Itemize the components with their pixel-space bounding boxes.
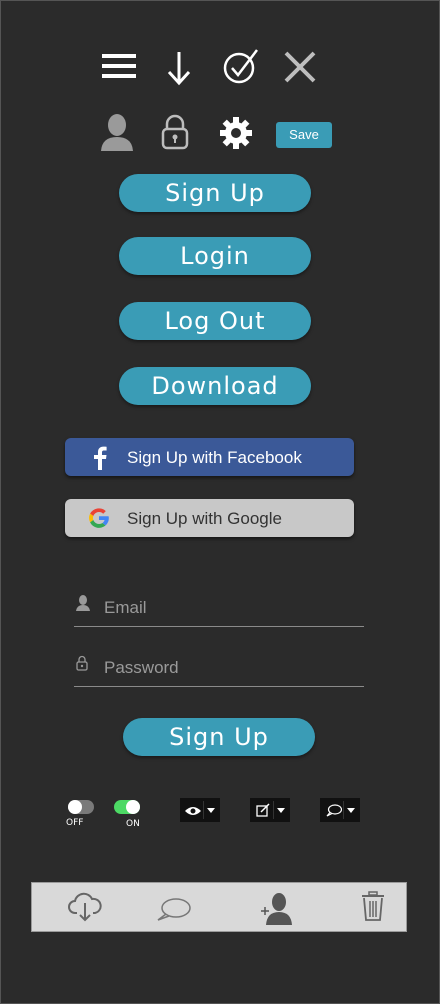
chevron-down-icon — [277, 808, 285, 813]
password-field[interactable]: Password — [74, 646, 364, 687]
toggle-off[interactable] — [68, 800, 94, 814]
lock-icon[interactable] — [161, 114, 189, 150]
toggle-off-label: OFF — [66, 818, 84, 828]
save-button[interactable]: Save — [276, 122, 332, 148]
facebook-icon — [93, 446, 107, 470]
login-button[interactable]: Login — [119, 237, 311, 275]
email-field[interactable]: Email — [74, 586, 364, 627]
cloud-download-icon[interactable] — [68, 891, 102, 923]
edit-icon — [256, 803, 270, 817]
form-signup-button[interactable]: Sign Up — [123, 718, 315, 756]
signup-button[interactable]: Sign Up — [119, 174, 311, 212]
email-placeholder: Email — [104, 598, 147, 617]
google-signup-label: Sign Up with Google — [127, 509, 282, 528]
bottom-toolbar — [31, 882, 407, 932]
comment-dropdown[interactable] — [320, 798, 360, 822]
facebook-signup-button[interactable]: Sign Up with Facebook — [65, 438, 354, 476]
speech-bubble-icon[interactable] — [156, 897, 192, 923]
lock-icon — [76, 655, 88, 671]
toggle-on[interactable] — [114, 800, 140, 814]
hamburger-icon[interactable] — [102, 52, 136, 80]
google-icon — [89, 508, 109, 528]
trash-icon[interactable] — [361, 891, 385, 921]
check-circle-icon[interactable] — [222, 48, 260, 84]
add-user-icon[interactable] — [260, 891, 294, 925]
chevron-down-icon — [347, 808, 355, 813]
google-signup-button[interactable]: Sign Up with Google — [65, 499, 354, 537]
speech-bubble-icon — [326, 804, 343, 817]
arrow-down-icon[interactable] — [166, 50, 192, 86]
toggle-on-label: ON — [126, 819, 140, 829]
chevron-down-icon — [207, 808, 215, 813]
download-button[interactable]: Download — [119, 367, 311, 405]
gear-icon[interactable] — [219, 116, 253, 150]
close-icon[interactable] — [283, 50, 317, 84]
edit-dropdown[interactable] — [250, 798, 290, 822]
facebook-signup-label: Sign Up with Facebook — [127, 448, 302, 467]
eye-icon — [185, 804, 201, 816]
logout-button[interactable]: Log Out — [119, 302, 311, 340]
password-placeholder: Password — [104, 658, 179, 677]
user-icon — [76, 595, 90, 611]
visibility-dropdown[interactable] — [180, 798, 220, 822]
user-icon[interactable] — [100, 113, 134, 151]
